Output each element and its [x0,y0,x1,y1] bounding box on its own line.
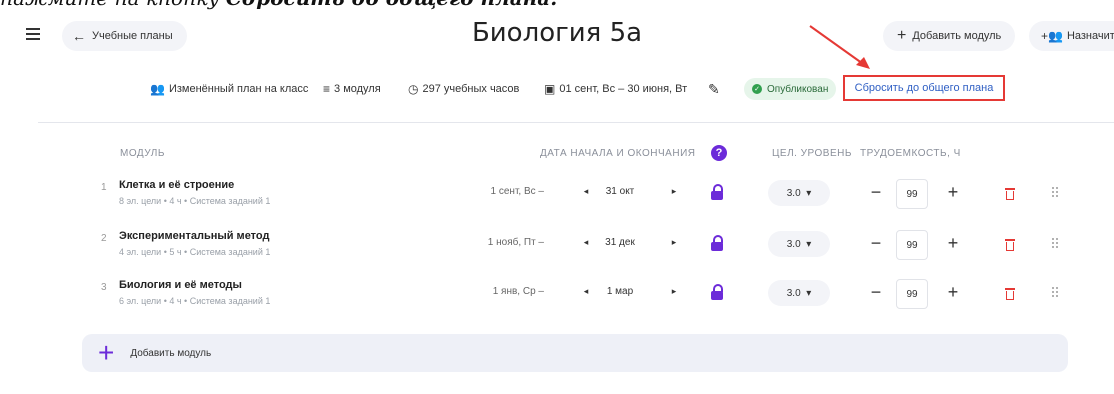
module-subtitle: 4 эл. цели • 5 ч • Система заданий 1 [119,247,271,257]
decrease-button[interactable]: − [869,282,883,303]
start-date: 1 нояб, Пт – [487,237,544,248]
prev-date-icon[interactable]: ◂ [580,237,592,248]
check-icon: ✓ [752,84,762,94]
end-date: 31 окт [605,186,635,197]
start-date: 1 янв, Ср – [492,286,544,297]
row-number: 1 [101,182,107,193]
add-users-icon: +👥 [1041,29,1063,43]
trash-icon[interactable] [1005,188,1015,201]
users-icon: 👥 [150,82,165,96]
lock-icon[interactable] [711,235,723,251]
plus-icon: + [897,27,907,44]
decrease-button[interactable]: − [869,233,883,254]
reset-to-general-plan-link[interactable]: Сбросить до общего плана [843,75,1005,101]
module-title[interactable]: Биология и её методы [119,279,242,291]
end-date: 1 мар [606,286,634,297]
list-icon: ≡ [323,82,331,96]
level-select[interactable]: 3.0 ▾ [768,231,830,257]
add-module-top-button[interactable]: + Добавить модуль [883,21,1016,51]
add-module-top-label: Добавить модуль [912,30,1002,42]
clock-icon: ◷ [408,82,419,96]
status-badge: ✓ Опубликован [744,78,837,100]
start-date: 1 сент, Вс – [490,186,544,197]
column-header-dates: ДАТА НАЧАЛА И ОКОНЧАНИЯ [540,148,696,159]
module-title[interactable]: Экспериментальный метод [119,230,269,242]
column-header-level: ЦЕЛ. УРОВЕНЬ [772,148,852,159]
increase-button[interactable]: + [946,182,960,203]
status-label: Опубликован [767,83,829,95]
caption-emphasis: Сбросить до общего плана. [226,0,557,10]
drag-handle-icon[interactable] [1052,187,1060,199]
effort-input[interactable]: 99 [896,230,928,260]
caption-prefix: нажмите на кнопку [0,0,226,10]
instruction-caption: нажмите на кнопку Сбросить до общего пла… [0,0,557,10]
level-select[interactable]: 3.0 ▾ [768,280,830,306]
effort-input[interactable]: 99 [896,179,928,209]
column-header-module: МОДУЛЬ [120,148,165,159]
help-icon[interactable]: ? [711,145,727,161]
lock-icon[interactable] [711,184,723,200]
modules-count-label: 3 модуля [334,83,381,95]
hours-label: 297 учебных часов [422,83,520,95]
trash-icon[interactable] [1005,288,1015,301]
effort-input[interactable]: 99 [896,279,928,309]
level-value: 3.0 [786,187,801,199]
add-module-bottom-button[interactable]: + Добавить модуль [82,334,1068,372]
row-number: 3 [101,282,107,293]
prev-date-icon[interactable]: ◂ [580,186,592,197]
column-header-effort: ТРУДОЕМКОСТЬ, Ч [860,148,961,159]
plan-type-label: Изменённый план на класс [168,83,309,95]
edit-pencil-icon[interactable]: ✎ [708,77,720,101]
end-date: 31 дек [605,237,635,248]
assign-button[interactable]: +👥 Назначить [1029,21,1114,51]
level-value: 3.0 [786,287,801,299]
plan-type: 👥 Изменённый план на класс [150,77,308,101]
add-module-bottom-label: Добавить модуль [130,347,212,359]
module-title[interactable]: Клетка и её строение [119,179,234,191]
trash-icon[interactable] [1005,239,1015,252]
module-subtitle: 8 эл. цели • 4 ч • Система заданий 1 [119,196,271,206]
divider [38,122,1114,123]
date-range-label: 01 сент, Вс – 30 июня, Вт [559,83,688,95]
drag-handle-icon[interactable] [1052,238,1060,250]
next-date-icon[interactable]: ▸ [668,237,680,248]
modules-count: ≡ 3 модуля [323,77,381,101]
assign-button-label: Назначить [1066,30,1114,42]
module-subtitle: 6 эл. цели • 4 ч • Система заданий 1 [119,296,271,306]
calendar-icon: ▣ [544,82,556,96]
hours-count: ◷ 297 учебных часов [408,77,519,101]
increase-button[interactable]: + [946,282,960,303]
drag-handle-icon[interactable] [1052,287,1060,299]
increase-button[interactable]: + [946,233,960,254]
row-number: 2 [101,233,107,244]
plus-icon: + [98,337,115,368]
next-date-icon[interactable]: ▸ [668,286,680,297]
prev-date-icon[interactable]: ◂ [580,286,592,297]
level-value: 3.0 [786,238,801,250]
lock-icon[interactable] [711,284,723,300]
decrease-button[interactable]: − [869,182,883,203]
level-select[interactable]: 3.0 ▾ [768,180,830,206]
date-range: ▣ 01 сент, Вс – 30 июня, Вт [544,77,687,101]
annotation-arrow-icon [809,25,870,69]
next-date-icon[interactable]: ▸ [668,186,680,197]
